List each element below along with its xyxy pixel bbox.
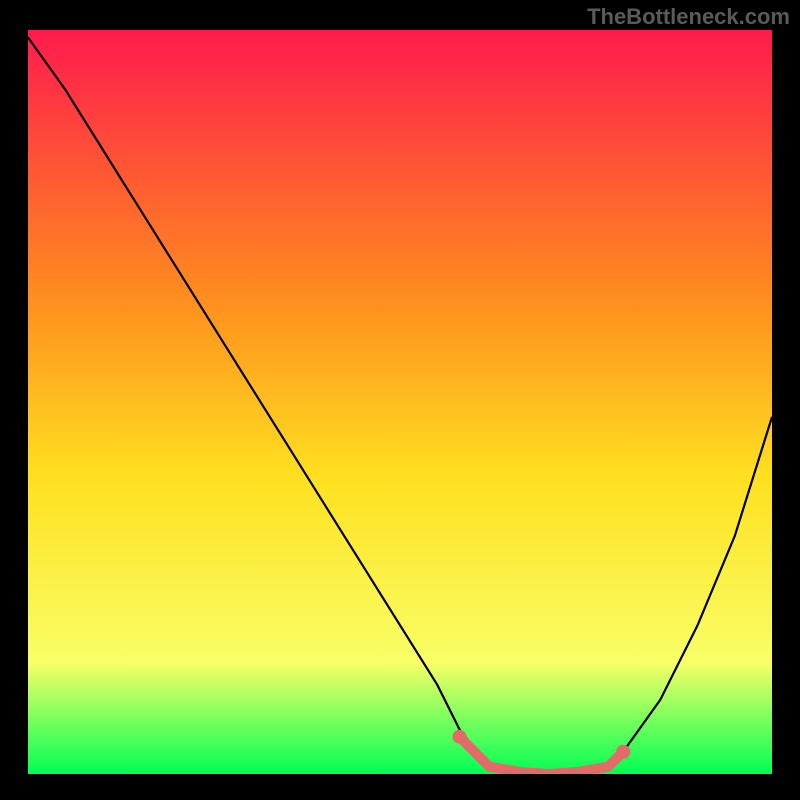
sweet-spot-dot xyxy=(616,745,630,759)
gradient-bg xyxy=(28,30,772,774)
watermark-text: TheBottleneck.com xyxy=(587,4,790,30)
bottleneck-chart xyxy=(28,30,772,774)
sweet-spot-dot xyxy=(453,730,467,744)
chart-svg xyxy=(28,30,772,774)
